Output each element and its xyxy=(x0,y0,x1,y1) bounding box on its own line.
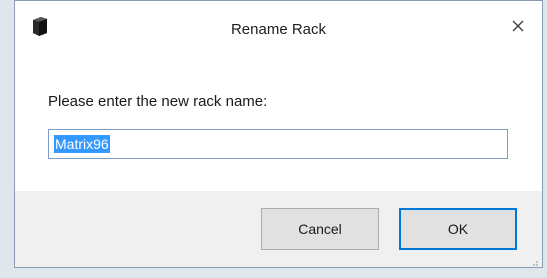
rack-name-prompt: Please enter the new rack name: xyxy=(48,93,268,110)
rename-rack-dialog: Rename Rack Please enter the new rack na… xyxy=(14,0,543,268)
ok-button[interactable]: OK xyxy=(399,208,517,250)
dialog-content: Please enter the new rack name: Matrix96 xyxy=(15,57,542,191)
close-button[interactable] xyxy=(504,15,532,41)
dialog-title: Rename Rack xyxy=(230,21,327,38)
dialog-footer: Cancel OK xyxy=(15,191,542,267)
rack-name-input[interactable]: Matrix96 xyxy=(48,129,508,159)
close-icon xyxy=(512,19,524,37)
cancel-button[interactable]: Cancel xyxy=(261,208,379,250)
rack-name-selected-text[interactable]: Matrix96 xyxy=(54,135,110,153)
resize-grip-icon[interactable] xyxy=(529,254,539,266)
title-bar[interactable]: Rename Rack xyxy=(15,1,542,57)
